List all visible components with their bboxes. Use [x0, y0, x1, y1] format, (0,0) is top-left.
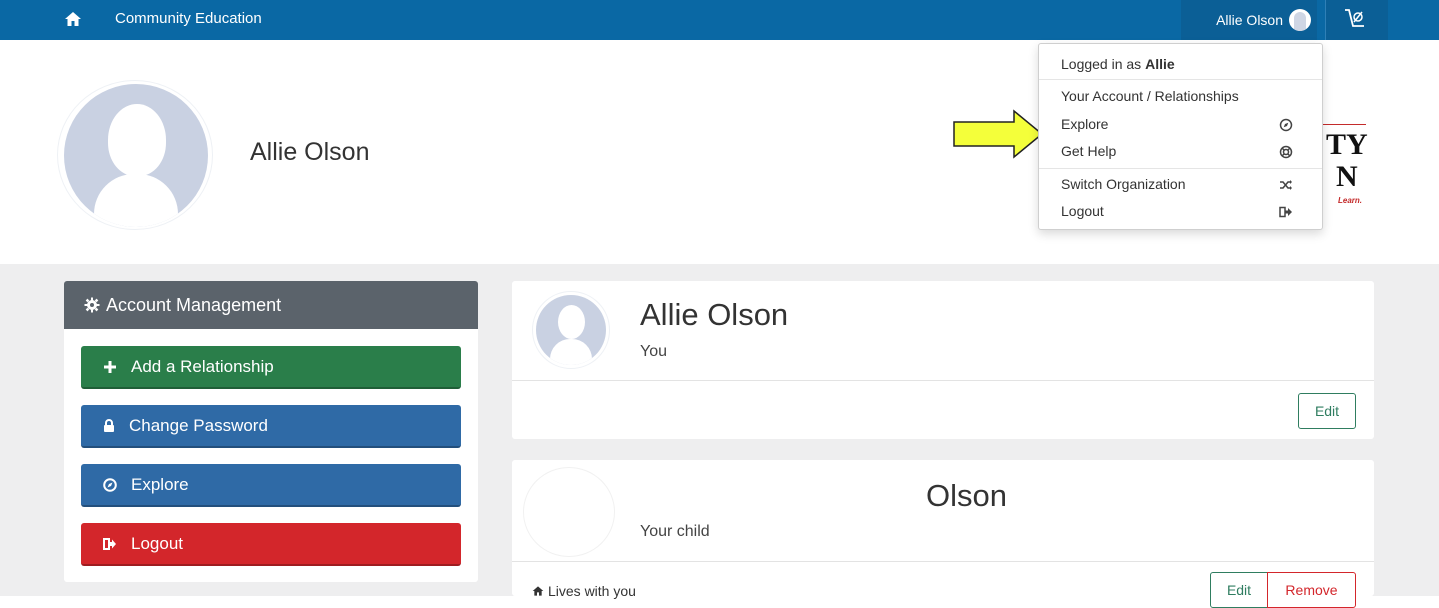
- card-relation: You: [640, 343, 667, 360]
- menu-item-logout[interactable]: Logout: [1061, 203, 1104, 219]
- highlight-arrow-icon: [953, 109, 1044, 159]
- menu-item-explore[interactable]: Explore: [1061, 116, 1108, 132]
- card-avatar: [532, 291, 610, 369]
- profile-name: Allie Olson: [250, 138, 370, 166]
- lives-with-label: Lives with you: [532, 583, 636, 599]
- panel-header: Account Management: [64, 281, 478, 329]
- lock-icon: [104, 418, 114, 432]
- logout-icon: [103, 537, 116, 550]
- user-menu-name: Allie Olson: [1216, 12, 1283, 28]
- cart-icon: [1345, 9, 1364, 27]
- logged-in-as-label: Logged in as Allie: [1061, 56, 1175, 72]
- top-navbar: Community Education Allie Olson: [0, 0, 1439, 40]
- card-name: Allie Olson: [640, 297, 789, 332]
- home-icon: [532, 586, 544, 596]
- user-menu-toggle[interactable]: Allie Olson: [1181, 0, 1317, 40]
- brand-link[interactable]: Community Education: [115, 10, 262, 27]
- home-icon[interactable]: [64, 10, 82, 28]
- remove-button[interactable]: Remove: [1267, 572, 1356, 608]
- profile-avatar: [57, 80, 213, 230]
- compass-icon: [103, 477, 117, 492]
- organization-logo: TY N Learn.: [1318, 124, 1378, 214]
- logout-icon: [1279, 206, 1292, 218]
- edit-button[interactable]: Edit: [1298, 393, 1356, 429]
- shuffle-icon: [1280, 180, 1292, 190]
- explore-button[interactable]: Explore: [81, 464, 461, 507]
- card-relation: Your child: [640, 523, 710, 540]
- compass-icon: [1279, 118, 1293, 132]
- change-password-button[interactable]: Change Password: [81, 405, 461, 448]
- add-relationship-button[interactable]: Add a Relationship: [81, 346, 461, 389]
- menu-item-get-help[interactable]: Get Help: [1061, 143, 1116, 159]
- cart-button[interactable]: [1325, 0, 1388, 40]
- card-divider: [512, 380, 1374, 381]
- panel-title: Account Management: [106, 294, 282, 315]
- menu-item-switch-organization[interactable]: Switch Organization: [1061, 176, 1186, 192]
- relationship-card-child: Olson Your child Lives with you Edit Rem…: [512, 460, 1374, 608]
- edit-button[interactable]: Edit: [1210, 572, 1268, 608]
- lifebuoy-icon: [1279, 145, 1293, 159]
- menu-item-account[interactable]: Your Account / Relationships: [1061, 88, 1239, 104]
- plus-icon: [104, 360, 116, 373]
- user-dropdown-menu: Logged in as Allie Your Account / Relati…: [1038, 43, 1323, 230]
- account-management-panel: Account Management Add a Relationship Ch…: [64, 281, 478, 582]
- user-avatar: [1289, 9, 1311, 31]
- logout-button[interactable]: Logout: [81, 523, 461, 566]
- relationship-card-self: Allie Olson You Edit: [512, 281, 1374, 439]
- gear-icon: [84, 297, 100, 313]
- card-avatar: [524, 468, 614, 556]
- card-name: Olson: [926, 478, 1007, 513]
- card-divider: [512, 561, 1374, 562]
